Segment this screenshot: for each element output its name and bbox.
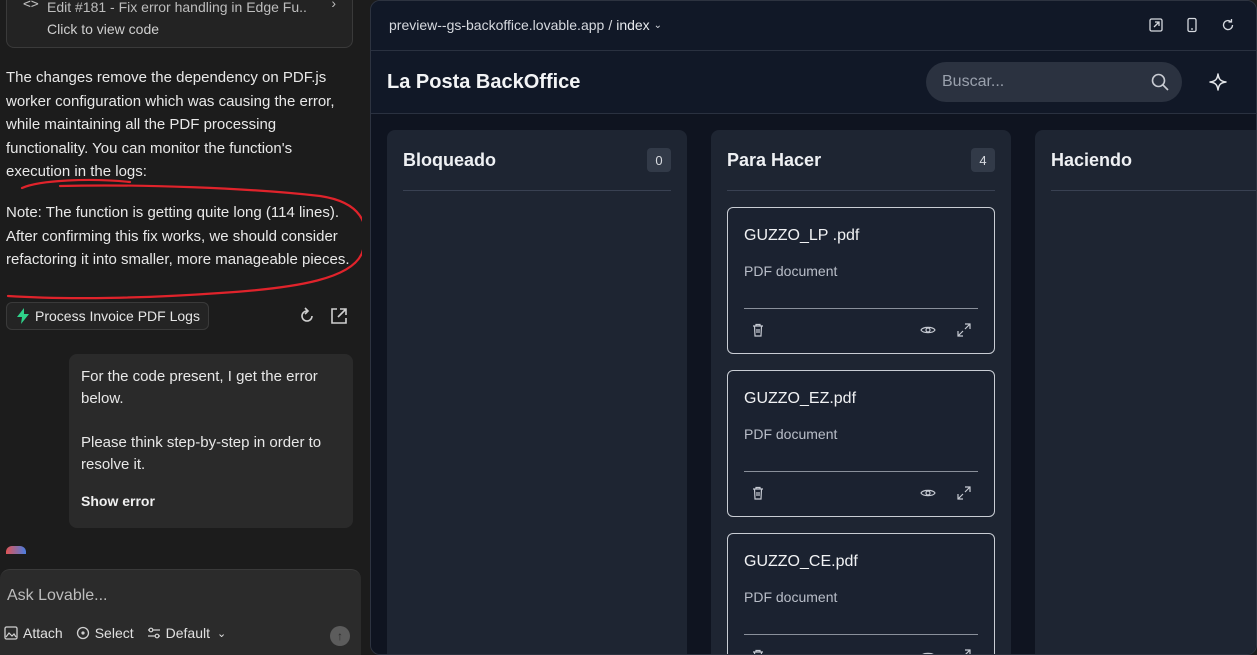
- eye-icon[interactable]: [920, 485, 936, 501]
- send-button[interactable]: ↑: [330, 626, 350, 646]
- document-card[interactable]: GUZZO_EZ.pdf PDF document: [727, 370, 995, 517]
- column-count-badge: 0: [647, 148, 671, 172]
- preview-url-bar: preview--gs-backoffice.lovable.app / ind…: [371, 1, 1256, 51]
- column-haciendo: Haciendo: [1035, 130, 1256, 654]
- chevron-right-icon: ›: [331, 0, 336, 11]
- app-title: La Posta BackOffice: [387, 71, 581, 93]
- column-divider: [727, 190, 995, 191]
- preview-url: preview--gs-backoffice.lovable.app: [389, 17, 605, 33]
- document-name: GUZZO_EZ.pdf: [744, 390, 857, 407]
- column-bloqueado: Bloqueado 0: [387, 130, 687, 654]
- column-count-badge: 4: [971, 148, 995, 172]
- user-message-line: Please think step-by-step in order to re…: [81, 434, 322, 473]
- column-para-hacer: Para Hacer 4 GUZZO_LP .pdf PDF document: [711, 130, 1011, 655]
- sparkle-icon[interactable]: [1208, 72, 1228, 92]
- code-card-title: Edit #181 - Fix error handling in Edge F…: [47, 0, 307, 15]
- composer-toolbar: Attach Select Default ⌄: [4, 625, 226, 641]
- search-icon: [1151, 73, 1169, 91]
- user-message: For the code present, I get the error be…: [69, 354, 353, 528]
- reload-icon[interactable]: [1220, 17, 1236, 33]
- bolt-icon: [17, 308, 29, 324]
- card-divider: [744, 308, 978, 309]
- card-divider: [744, 634, 978, 635]
- expand-icon[interactable]: [956, 322, 972, 338]
- search-input[interactable]: Buscar...: [926, 62, 1182, 102]
- eye-icon[interactable]: [920, 648, 936, 655]
- document-name: GUZZO_LP .pdf: [744, 227, 860, 244]
- search-placeholder: Buscar...: [942, 73, 1005, 90]
- mobile-view-icon[interactable]: [1184, 17, 1200, 33]
- user-message-line: For the code present, I get the error be…: [81, 368, 318, 407]
- select-button[interactable]: Select: [76, 625, 134, 641]
- trash-icon[interactable]: [750, 485, 766, 501]
- logs-chip[interactable]: Process Invoice PDF Logs: [6, 302, 209, 330]
- document-type: PDF document: [744, 426, 838, 442]
- select-label: Select: [94, 625, 134, 641]
- column-divider: [403, 190, 671, 191]
- document-name: GUZZO_CE.pdf: [744, 553, 858, 570]
- trash-icon[interactable]: [750, 322, 766, 338]
- assistant-note-paragraph: Note: The function is getting quite long…: [6, 204, 350, 268]
- trash-icon[interactable]: [750, 648, 766, 655]
- column-title: Para Hacer: [727, 150, 822, 170]
- route-name: index: [616, 17, 650, 33]
- code-edit-card[interactable]: <> Edit #181 - Fix error handling in Edg…: [6, 0, 353, 48]
- expand-icon[interactable]: [956, 648, 972, 655]
- document-card[interactable]: GUZZO_LP .pdf PDF document: [727, 207, 995, 354]
- code-card-subtitle: Click to view code: [47, 21, 160, 37]
- refresh-icon[interactable]: [297, 306, 317, 326]
- chat-input[interactable]: Ask Lovable...: [7, 587, 108, 605]
- arrow-up-icon: ↑: [337, 629, 343, 643]
- mode-label: Default: [165, 625, 210, 641]
- card-divider: [744, 471, 978, 472]
- chevron-down-icon: ⌄: [653, 19, 663, 31]
- image-icon: [4, 626, 18, 640]
- mode-dropdown[interactable]: Default ⌄: [147, 625, 227, 641]
- preview-panel: preview--gs-backoffice.lovable.app / ind…: [370, 0, 1257, 655]
- attach-label: Attach: [23, 625, 63, 641]
- sliders-icon: [147, 627, 160, 639]
- url-separator: /: [608, 17, 613, 33]
- assistant-paragraph: The changes remove the dependency on PDF…: [6, 69, 335, 180]
- open-in-new-tab-icon[interactable]: [1148, 17, 1164, 33]
- document-card[interactable]: GUZZO_CE.pdf PDF document: [727, 533, 995, 655]
- avatar: [6, 546, 26, 554]
- document-type: PDF document: [744, 263, 838, 279]
- target-icon: [76, 626, 89, 640]
- external-link-icon[interactable]: [329, 306, 349, 326]
- eye-icon[interactable]: [920, 322, 936, 338]
- app-header: La Posta BackOffice Buscar...: [371, 51, 1256, 114]
- column-title: Haciendo: [1051, 150, 1133, 170]
- attach-button[interactable]: Attach: [4, 625, 63, 641]
- document-type: PDF document: [744, 589, 838, 605]
- url-breadcrumb[interactable]: preview--gs-backoffice.lovable.app / ind…: [389, 17, 662, 33]
- column-title: Bloqueado: [403, 150, 496, 170]
- logs-chip-label: Process Invoice PDF Logs: [35, 308, 200, 324]
- chat-panel: <> Edit #181 - Fix error handling in Edg…: [0, 0, 362, 655]
- column-divider: [1051, 190, 1256, 191]
- expand-icon[interactable]: [956, 485, 972, 501]
- chevron-down-icon: ⌄: [216, 627, 227, 640]
- chat-composer[interactable]: Ask Lovable... Attach Select Default ⌄ ↑: [0, 569, 361, 655]
- code-icon: <>: [23, 0, 39, 12]
- show-error-button[interactable]: Show error: [81, 490, 155, 512]
- kanban-board: Bloqueado 0 Para Hacer 4 GUZZO_LP .pdf P…: [371, 114, 1256, 655]
